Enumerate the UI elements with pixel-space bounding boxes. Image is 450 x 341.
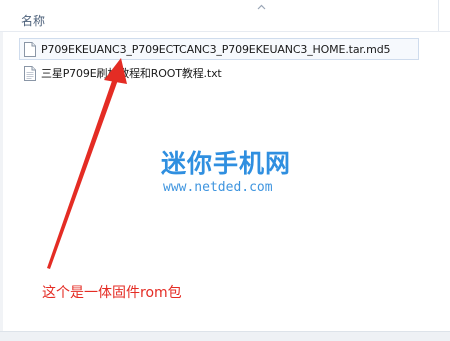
chevron-up-icon [257, 4, 266, 10]
column-header-bar: 名称 [0, 0, 450, 32]
text-file-icon [24, 65, 36, 81]
file-name: 三星P709E刷机教程和ROOT教程.txt [41, 67, 222, 80]
window-edge [0, 0, 3, 340]
watermark-url: www.netded.com [163, 180, 273, 195]
watermark-title: 迷你手机网 [161, 149, 292, 178]
file-row-selected[interactable]: P709EKEUANC3_P709ECTCANC3_P709EKEUANC3_H… [19, 38, 440, 60]
column-divider[interactable] [438, 0, 439, 31]
name-column-header[interactable]: 名称 [21, 12, 45, 29]
file-row[interactable]: 三星P709E刷机教程和ROOT教程.txt [20, 62, 440, 84]
file-name: P709EKEUANC3_P709ECTCANC3_P709EKEUANC3_H… [41, 42, 391, 56]
annotation-caption: 这个是一体固件rom包 [42, 285, 182, 301]
file-icon [24, 41, 36, 57]
